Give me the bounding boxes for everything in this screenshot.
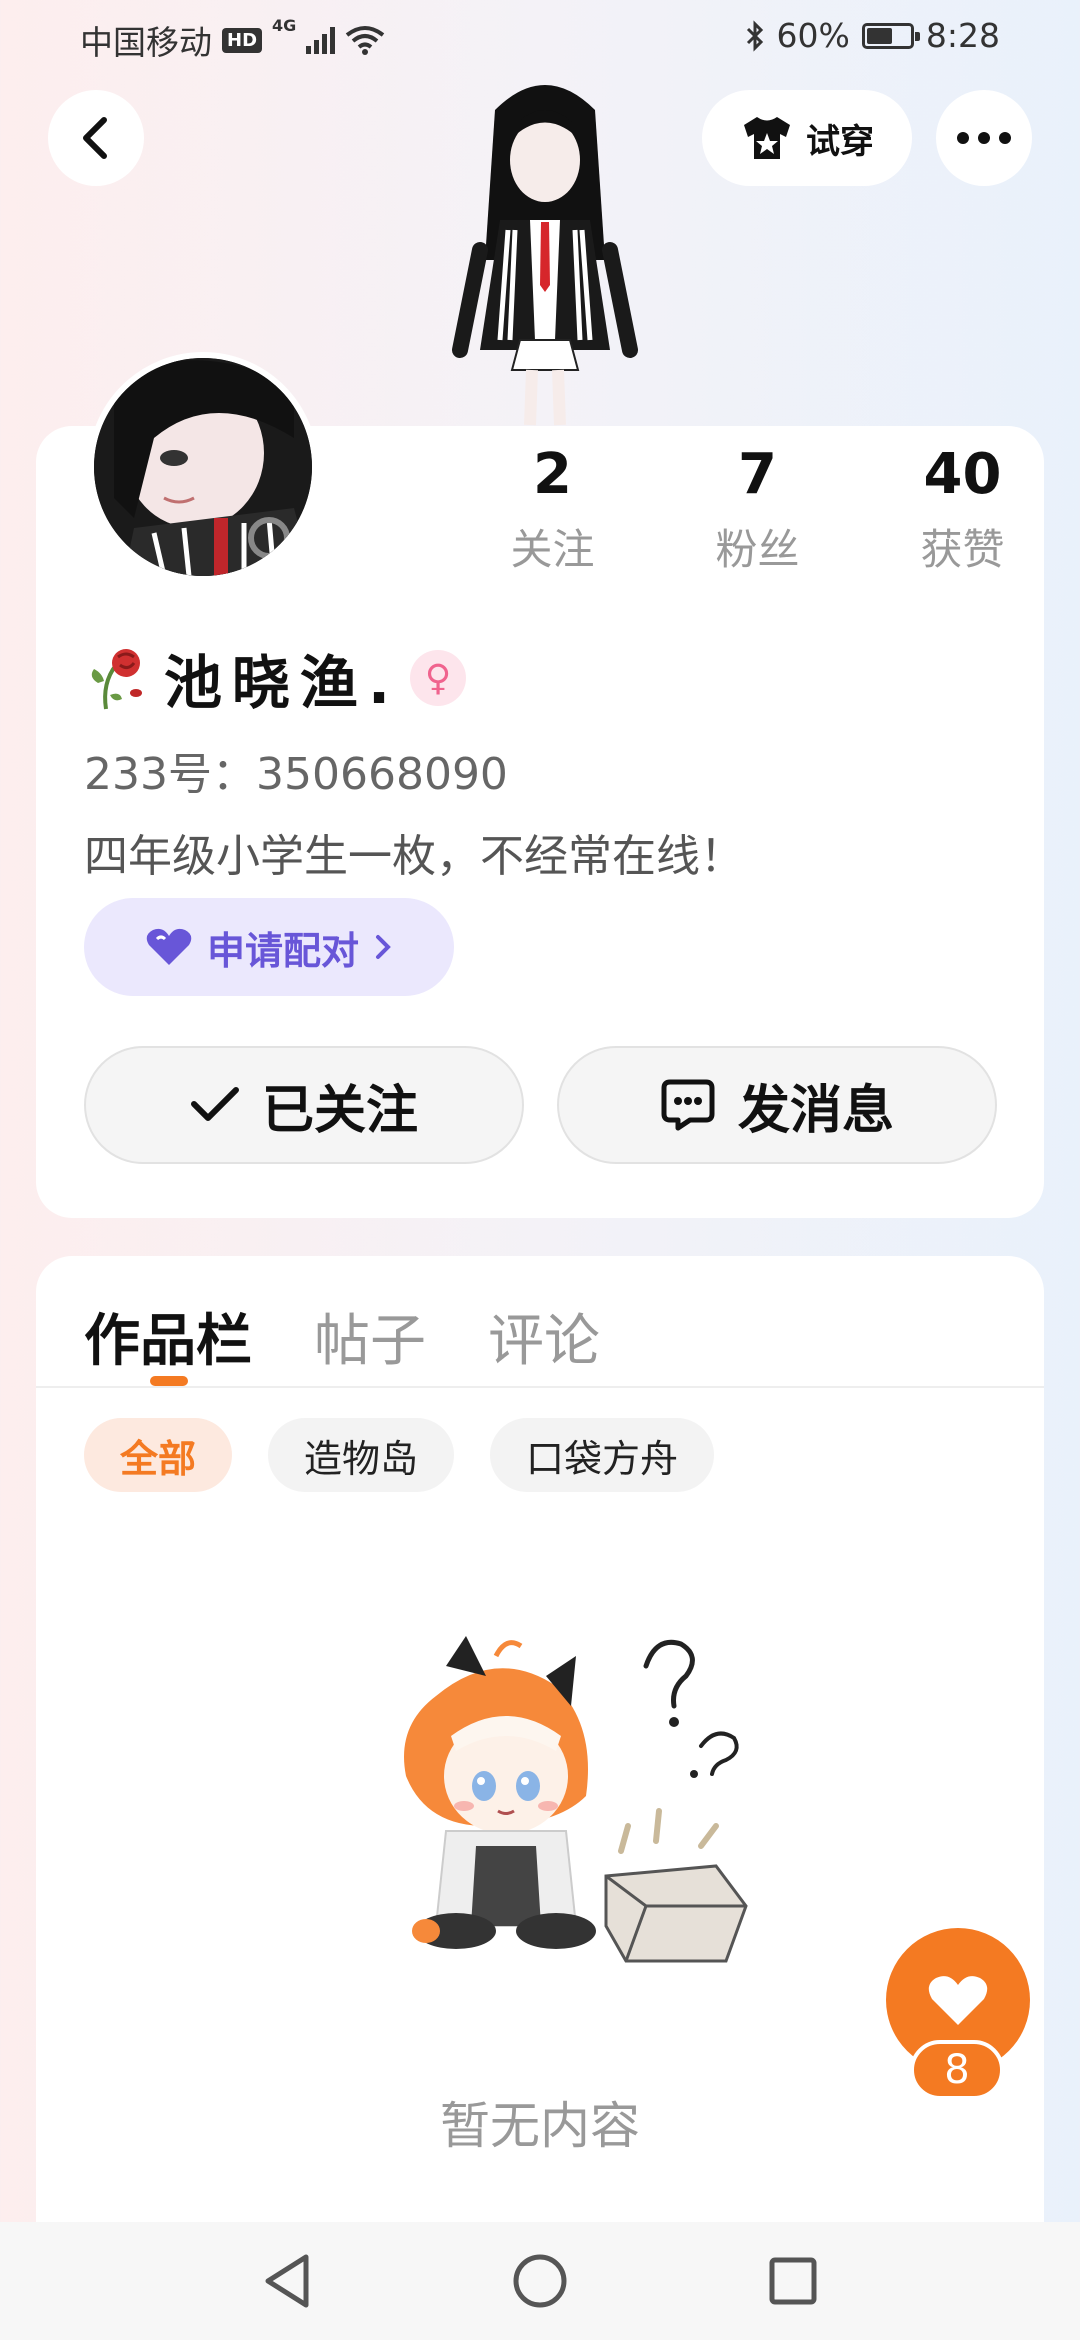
empty-state-text: 暂无内容 bbox=[440, 2097, 640, 2155]
more-button[interactable] bbox=[936, 90, 1032, 186]
stat-label: 获赞 bbox=[920, 525, 1005, 574]
stat-label: 关注 bbox=[510, 525, 595, 574]
stat-value: 7 bbox=[738, 442, 777, 507]
heart-icon bbox=[146, 928, 192, 965]
female-gender-icon: ♀ bbox=[410, 650, 467, 706]
status-right: 60% 8:28 bbox=[745, 16, 1000, 55]
bio-text: 四年级小学生一枚，不经常在线！ bbox=[84, 831, 744, 882]
request-pair-label: 申请配对 bbox=[206, 928, 359, 973]
chat-bubble-icon bbox=[661, 1079, 715, 1131]
content-card: 作品栏 帖子 评论 全部 造物岛 口袋方舟 暂无内容 bbox=[36, 1256, 1044, 2340]
bluetooth-icon bbox=[746, 19, 763, 52]
more-dots-icon bbox=[957, 132, 1011, 144]
stat-value: 2 bbox=[533, 442, 572, 507]
try-on-label: 试穿 bbox=[806, 121, 874, 162]
name-row: 池晓渔. ♀ bbox=[84, 636, 467, 720]
signal-icon bbox=[306, 26, 336, 54]
avatar-3d-figure[interactable] bbox=[420, 70, 670, 430]
tab-works[interactable]: 作品栏 bbox=[84, 1296, 252, 1377]
status-left: 中国移动 HD 4G bbox=[80, 16, 385, 64]
nav-recents-icon[interactable] bbox=[768, 2256, 818, 2306]
chevron-right-icon bbox=[376, 935, 391, 959]
wilted-rose-icon bbox=[91, 649, 142, 710]
stat-likes[interactable]: 40 获赞 bbox=[860, 440, 1065, 577]
battery-percent: 60% bbox=[776, 16, 850, 55]
tab-posts[interactable]: 帖子 bbox=[314, 1296, 426, 1377]
send-message-label: 发消息 bbox=[737, 1080, 894, 1141]
user-id: 233号：350668090 bbox=[84, 749, 508, 800]
status-bar: 中国移动 HD 4G 60% 8:28 bbox=[0, 0, 1080, 72]
checkmark-icon bbox=[190, 1087, 239, 1121]
profile-stats: 2 关注 7 粉丝 40 获赞 bbox=[450, 440, 1065, 577]
followed-button[interactable]: 已关注 bbox=[84, 1046, 524, 1164]
network-type: 4G bbox=[272, 16, 297, 35]
back-button[interactable] bbox=[48, 90, 144, 186]
chip-creation-island[interactable]: 造物岛 bbox=[268, 1418, 455, 1492]
shirt-icon bbox=[744, 117, 790, 159]
tab-comments[interactable]: 评论 bbox=[488, 1296, 600, 1377]
stat-followers[interactable]: 7 粉丝 bbox=[655, 440, 860, 577]
nav-back-icon[interactable] bbox=[262, 2253, 312, 2309]
stat-following[interactable]: 2 关注 bbox=[450, 440, 655, 577]
content-tabs: 作品栏 帖子 评论 bbox=[84, 1296, 600, 1377]
stat-label: 粉丝 bbox=[715, 525, 800, 574]
battery-icon bbox=[861, 22, 920, 49]
try-on-button[interactable]: 试穿 bbox=[702, 90, 912, 186]
clock: 8:28 bbox=[925, 16, 1000, 55]
nav-home-icon[interactable] bbox=[512, 2253, 568, 2309]
carrier-name: 中国移动 bbox=[80, 23, 212, 62]
request-pair-button[interactable]: 申请配对 bbox=[84, 898, 454, 996]
filter-chips: 全部 造物岛 口袋方舟 bbox=[84, 1418, 715, 1492]
stat-value: 40 bbox=[923, 442, 1002, 507]
wifi-icon bbox=[346, 26, 385, 55]
active-tab-indicator bbox=[150, 1376, 188, 1386]
chip-pocket-ark[interactable]: 口袋方舟 bbox=[490, 1418, 715, 1492]
display-name: 池晓渔. bbox=[164, 649, 401, 717]
empty-state-illustration bbox=[356, 1626, 806, 2026]
avatar[interactable] bbox=[88, 352, 318, 582]
chevron-left-icon bbox=[83, 117, 107, 159]
like-count: 8 bbox=[910, 2040, 1004, 2100]
chip-all[interactable]: 全部 bbox=[84, 1418, 233, 1492]
followed-label: 已关注 bbox=[261, 1080, 418, 1141]
divider bbox=[36, 1386, 1044, 1388]
hd-badge: HD bbox=[222, 27, 263, 53]
battery-fill bbox=[866, 27, 893, 44]
system-nav-bar bbox=[0, 2222, 1080, 2340]
send-message-button[interactable]: 发消息 bbox=[557, 1046, 997, 1164]
heart-icon bbox=[928, 1976, 988, 2025]
